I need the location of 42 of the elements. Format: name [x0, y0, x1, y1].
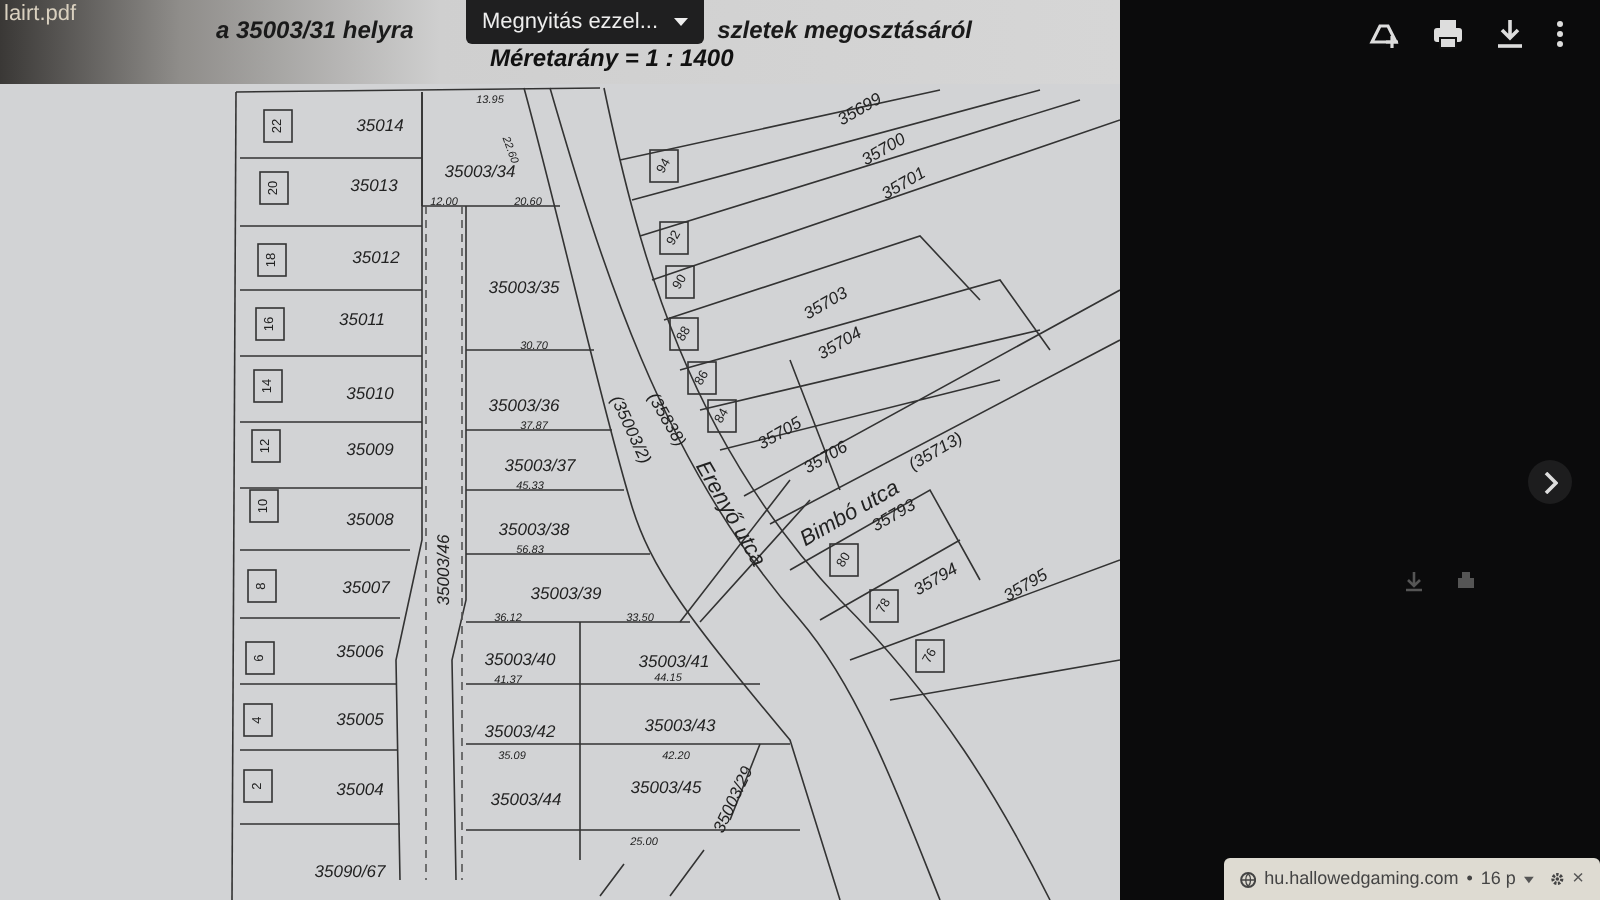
- caret-icon: [674, 18, 689, 26]
- parcel-number: 35003/41: [638, 650, 710, 671]
- separator-dot: •: [1466, 865, 1473, 892]
- parcel-number: 35012: [352, 246, 400, 267]
- parcel-number: 35003/38: [498, 518, 570, 539]
- caret-icon[interactable]: [1523, 875, 1534, 883]
- parcel-number: 35003/37: [504, 454, 576, 475]
- settings-icon[interactable]: [1549, 870, 1565, 888]
- parcel-number: 35009: [346, 438, 394, 459]
- parcel-number: 35003/43: [644, 714, 716, 735]
- close-button[interactable]: ×: [1572, 869, 1584, 889]
- parcel-number: 35004: [336, 778, 384, 799]
- parcel-number: 35006: [336, 640, 384, 661]
- parcel-number: 35090/67: [314, 860, 386, 881]
- file-name: lairt.pdf: [2, 0, 79, 28]
- parcel-number: 35011: [339, 308, 385, 329]
- download-icon[interactable]: [1496, 18, 1524, 50]
- site-address: hu.hallowedgaming.com: [1264, 865, 1459, 892]
- parcel-number: 35014: [356, 114, 404, 135]
- print-icon[interactable]: [1432, 18, 1464, 50]
- document-title: szletek megosztásáról: [717, 16, 972, 46]
- time-label: 16 p: [1480, 865, 1516, 892]
- more-options-icon[interactable]: [1556, 20, 1564, 48]
- scale-label: Méretarány = 1 : 1400: [490, 44, 734, 72]
- parcel-number: 35010: [346, 382, 394, 403]
- open-with-button[interactable]: Megnyitás ezzel...: [466, 0, 705, 44]
- parcel-number: 35013: [350, 174, 398, 195]
- parcel-number: 35003/45: [630, 776, 702, 797]
- globe-icon: [1240, 869, 1257, 889]
- parcel-number: 35008: [346, 508, 394, 529]
- parcel-number: 35003/46: [432, 534, 453, 606]
- parcel-number: 35005: [336, 708, 384, 729]
- parcel-number: 35003/35: [488, 276, 560, 297]
- parcel-number: 35003/36: [488, 394, 560, 415]
- document-title: a 35003/31 helyra: [216, 16, 414, 46]
- parcel-number: 35007: [342, 576, 390, 597]
- parcel-number: 35003/39: [530, 582, 602, 603]
- parcel-number: 35003/44: [490, 788, 562, 809]
- next-page-button[interactable]: [1528, 460, 1572, 504]
- parcel-number: 35003/40: [484, 648, 556, 669]
- parcel-number: 35003/42: [484, 720, 556, 741]
- chevron-right-icon: [1543, 471, 1557, 493]
